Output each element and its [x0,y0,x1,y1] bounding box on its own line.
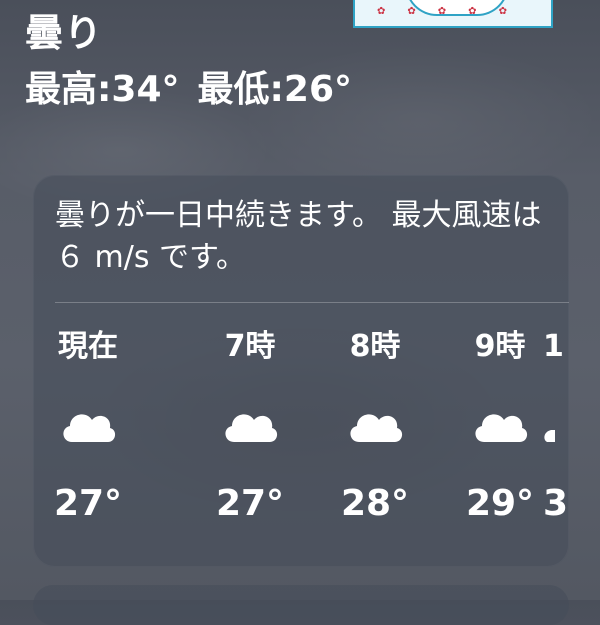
hour-item: 8時 28° [315,325,435,529]
hour-label: 9時 [474,329,526,364]
next-card[interactable] [33,585,569,625]
hourly-forecast-card[interactable]: 曇りが一日中続きます。 最大風速は６ m/s です。 現在 27° 7時 27°… [33,175,569,567]
decorative-sticker: ✿✿✿✿✿ [353,0,553,28]
hour-item: 現在 27° [33,325,148,529]
cloud-icon [543,369,569,479]
sticker-pattern: ✿✿✿✿✿ [377,6,529,17]
cloud-icon [190,369,310,479]
high-temperature: 最高:34° [25,69,180,110]
hour-item: 1 3 [543,325,569,529]
cloud-icon [440,369,560,479]
card-divider [55,302,569,303]
hour-label: 8時 [349,329,401,364]
hour-temperature: 28° [340,483,410,524]
cloud-icon [315,369,435,479]
hour-label: 現在 [58,329,118,364]
hour-temperature: 3 [543,483,569,524]
hour-label: 7時 [224,329,276,364]
hour-item: 9時 29° [440,325,560,529]
weather-condition: 曇り [25,11,104,55]
hour-temperature: 27° [53,483,123,524]
hour-temperature: 27° [215,483,285,524]
hour-item: 7時 27° [190,325,310,529]
low-temperature: 最低:26° [197,69,353,110]
high-low-temperatures: 最高:34° 最低:26° [25,60,370,112]
hour-label: 1 [543,329,564,364]
cloud-icon [33,369,148,479]
hourly-forecast-scroller[interactable]: 現在 27° 7時 27° 8時 28° 9時 29° 1 3 [33,325,569,555]
forecast-summary: 曇りが一日中続きます。 最大風速は６ m/s です。 [55,198,542,275]
hour-temperature: 29° [465,483,535,524]
